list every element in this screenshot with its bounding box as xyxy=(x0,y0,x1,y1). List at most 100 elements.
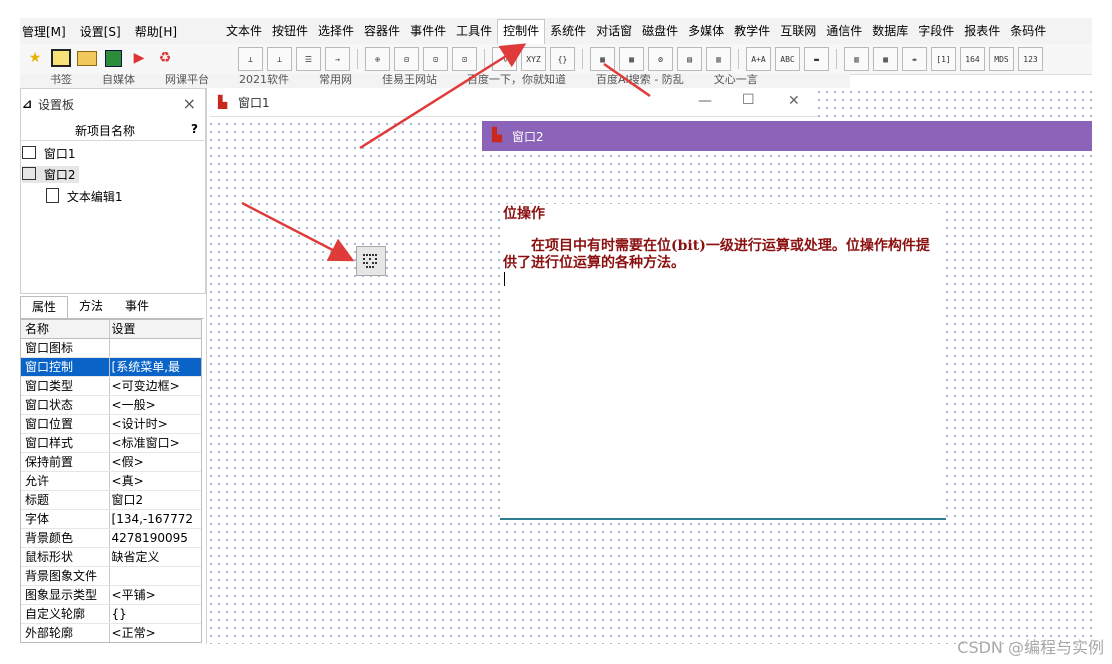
property-row[interactable]: 窗口样式 <标准窗口> xyxy=(21,434,201,453)
bookmark-item[interactable]: 文心一言 xyxy=(714,74,758,88)
tab-9[interactable]: 磁盘件 xyxy=(637,20,683,42)
doc-icon[interactable]: ▤ xyxy=(677,47,702,71)
count-icon[interactable]: [1] xyxy=(931,47,956,71)
property-row[interactable]: 自定义轮廓{} xyxy=(21,605,201,624)
property-row[interactable]: 窗口类型 <可变边框> xyxy=(21,377,201,396)
bookmark-item[interactable]: 百度AI搜索 - 防乱 xyxy=(596,74,684,88)
list-icon[interactable]: ☰ xyxy=(296,47,321,71)
recycle-icon[interactable]: ♻ xyxy=(154,47,176,69)
run-icon[interactable]: ▶ xyxy=(128,47,150,69)
close-icon[interactable]: × xyxy=(183,94,196,113)
bitmap-icon[interactable]: 164 xyxy=(960,47,985,71)
window2-titlebar[interactable]: ▙ 窗口2 xyxy=(482,121,1092,151)
align-icon[interactable]: ⊟ xyxy=(394,47,419,71)
tab-8[interactable]: 对话窗 xyxy=(591,20,637,42)
bit-operation-component[interactable] xyxy=(356,246,386,276)
property-row[interactable]: 窗口控制 [系统菜单,最 xyxy=(21,358,201,377)
tab-11[interactable]: 教学件 xyxy=(729,20,775,42)
folder-icon[interactable] xyxy=(76,47,98,69)
bookmark-item[interactable]: 常用网 xyxy=(319,74,352,88)
maximize-button[interactable]: ☐ xyxy=(742,92,755,108)
property-value[interactable] xyxy=(110,567,201,585)
xyz-icon[interactable]: XYZ xyxy=(521,47,546,71)
tree-item-texteditor[interactable]: 文本编辑1 xyxy=(46,188,122,205)
tab-1[interactable]: 按钮件 xyxy=(267,20,313,42)
tab-events[interactable]: 事件 xyxy=(114,296,160,318)
resize-icon[interactable]: ⊡ xyxy=(452,47,477,71)
property-row[interactable]: 外部轮廓 <正常> xyxy=(21,624,201,642)
property-row[interactable]: 窗口状态 <一般> xyxy=(21,396,201,415)
menu-settings[interactable]: 设置[S] xyxy=(80,23,121,40)
property-row[interactable]: 标题 窗口2 xyxy=(21,491,201,510)
abc-icon[interactable]: ABC xyxy=(775,47,800,71)
grid-icon[interactable]: ▦ xyxy=(873,47,898,71)
property-value[interactable]: <平铺> xyxy=(110,586,201,604)
tab-0[interactable]: 文本件 xyxy=(221,20,267,42)
tab-14[interactable]: 数据库 xyxy=(867,20,913,42)
property-value[interactable]: <一般> xyxy=(110,396,201,414)
close-button[interactable]: ✕ xyxy=(788,93,800,109)
bookmark-item[interactable]: 佳易王网站 xyxy=(382,74,437,88)
tab-16[interactable]: 报表件 xyxy=(959,20,1005,42)
property-value[interactable]: 窗口2 xyxy=(110,491,201,509)
bookmark-item[interactable]: 网课平台 xyxy=(165,74,209,88)
bookmark-item[interactable]: 2021软件 xyxy=(239,74,289,88)
tab-6[interactable]: 控制件 xyxy=(497,18,546,44)
help-icon[interactable]: ? xyxy=(191,122,198,136)
property-value[interactable]: [134,-167772 xyxy=(110,510,201,528)
tree-icon[interactable]: ⊥ xyxy=(238,47,263,71)
move-icon[interactable]: ⊕ xyxy=(365,47,390,71)
tab-13[interactable]: 通信件 xyxy=(821,20,867,42)
minimize-button[interactable]: — xyxy=(698,93,712,109)
tab-15[interactable]: 字段件 xyxy=(913,20,959,42)
property-value[interactable]: <假> xyxy=(110,453,201,471)
gear-icon[interactable]: ⚙ xyxy=(648,47,673,71)
tab-5[interactable]: 工具件 xyxy=(451,20,497,42)
property-row[interactable]: 图象显示类型 <平铺> xyxy=(21,586,201,605)
text-editor[interactable]: 位操作 在项目中有时需要在位(bit)一级进行运算或处理。位操作构件提供了进行位… xyxy=(500,204,946,520)
property-row[interactable]: 保持前置 <假> xyxy=(21,453,201,472)
window-icon[interactable] xyxy=(50,47,72,69)
bus-icon[interactable]: ▬ xyxy=(804,47,829,71)
bookmark-item[interactable]: 书签 xyxy=(50,74,72,88)
tab-3[interactable]: 容器件 xyxy=(359,20,405,42)
arrow-icon[interactable]: → xyxy=(325,47,350,71)
counter-icon[interactable]: 123 xyxy=(1018,47,1043,71)
tab-12[interactable]: 互联网 xyxy=(775,20,821,42)
tab-properties[interactable]: 属性 xyxy=(20,296,69,318)
tab-7[interactable]: 系统件 xyxy=(545,20,591,42)
curve-icon[interactable]: ∿ xyxy=(492,47,517,71)
tree-item-window2[interactable]: 窗口2 xyxy=(22,166,80,183)
property-value[interactable]: 4278190095 xyxy=(110,529,201,547)
property-row[interactable]: 窗口图标 xyxy=(21,339,201,358)
bookmark-item[interactable]: 百度一下，你就知道 xyxy=(467,74,566,88)
save-icon[interactable] xyxy=(102,47,124,69)
property-row[interactable]: 字体 [134,-167772 xyxy=(21,510,201,529)
menu-help[interactable]: 帮助[H] xyxy=(135,23,177,40)
property-row[interactable]: 鼠标形状 缺省定义 xyxy=(21,548,201,567)
property-value[interactable]: <设计时> xyxy=(110,415,201,433)
tab-2[interactable]: 选择件 xyxy=(313,20,359,42)
tab-methods[interactable]: 方法 xyxy=(68,296,114,318)
property-row[interactable]: 窗口位置 <设计时> xyxy=(21,415,201,434)
slider-icon[interactable]: ⇹ xyxy=(902,47,927,71)
bit-icon[interactable]: ▦ xyxy=(590,47,615,71)
mds-icon[interactable]: MDS xyxy=(989,47,1014,71)
property-value[interactable]: 缺省定义 xyxy=(110,548,201,566)
property-value[interactable]: <真> xyxy=(110,472,201,490)
property-row[interactable]: 背景颜色 4278190095 xyxy=(21,529,201,548)
brace-icon[interactable]: {} xyxy=(550,47,575,71)
property-value[interactable] xyxy=(110,339,201,357)
property-value[interactable]: <标准窗口> xyxy=(110,434,201,452)
property-value[interactable]: <可变边框> xyxy=(110,377,201,395)
window1-titlebar[interactable]: ▙ 窗口1 — ☐ ✕ xyxy=(210,89,818,117)
book-icon[interactable]: ▥ xyxy=(706,47,731,71)
table-icon[interactable]: ▥ xyxy=(844,47,869,71)
property-row[interactable]: 允许 <真> xyxy=(21,472,201,491)
tab-10[interactable]: 多媒体 xyxy=(683,20,729,42)
tree-icon[interactable]: ⊥ xyxy=(267,47,292,71)
tab-4[interactable]: 事件件 xyxy=(405,20,451,42)
bookmark-item[interactable]: 自媒体 xyxy=(102,74,135,88)
bit-icon[interactable]: ▦ xyxy=(619,47,644,71)
star-icon[interactable]: ★ xyxy=(24,47,46,69)
